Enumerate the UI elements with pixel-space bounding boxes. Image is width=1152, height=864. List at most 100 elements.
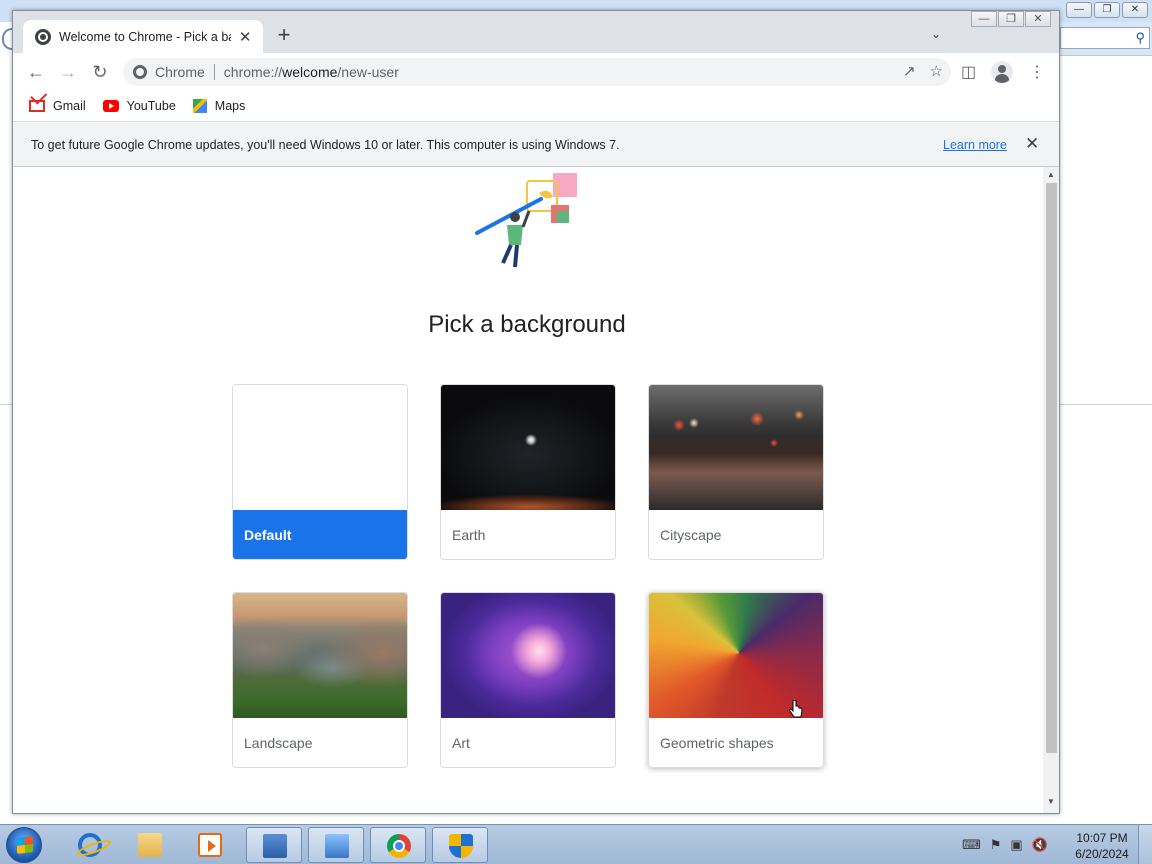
shield-icon (449, 834, 473, 858)
card-label: Earth (452, 527, 486, 543)
url-host: welcome (282, 64, 338, 80)
chrome-logo-icon (133, 65, 147, 79)
background-window-controls: — ❐ ✕ (1066, 2, 1148, 18)
tab-strip: Welcome to Chrome - Pick a background ✕ … (13, 11, 1059, 53)
tab-close-icon[interactable]: ✕ (237, 28, 253, 46)
side-panel-icon[interactable]: ◫ (961, 62, 976, 82)
omnibox-separator (213, 64, 215, 80)
background-card-cityscape[interactable]: Cityscape (648, 384, 824, 560)
bookmark-gmail[interactable]: Gmail (29, 99, 86, 113)
background-card-landscape[interactable]: Landscape (232, 592, 408, 768)
internet-explorer-icon (78, 833, 102, 857)
clock-time: 10:07 PM (1076, 831, 1128, 845)
bookmarks-bar: Gmail YouTube Maps (13, 91, 1059, 121)
keyboard-icon[interactable]: ⌨ (962, 837, 981, 853)
system-clock[interactable]: 10:07 PM 6/20/2024 (1072, 830, 1132, 862)
card-image (233, 593, 407, 718)
page-content: Pick a background Default Earth Cityscap… (13, 167, 1059, 813)
scroll-down-arrow-icon[interactable]: ▼ (1047, 797, 1055, 806)
background-card-geometric-shapes[interactable]: Geometric shapes (648, 592, 824, 768)
bookmark-label: Gmail (53, 99, 86, 113)
chrome-window-controls: — ❐ ✕ (970, 11, 1051, 27)
card-label: Landscape (244, 735, 313, 751)
address-bar[interactable]: Chrome chrome://welcome/new-user ↗ ☆ (123, 58, 951, 86)
folder-icon (138, 833, 162, 857)
taskbar-file-explorer[interactable] (122, 827, 178, 863)
painter-illustration (475, 173, 577, 268)
background-nav-icon (2, 28, 12, 50)
url-text[interactable]: chrome://welcome/new-user (224, 64, 399, 80)
clock-date: 6/20/2024 (1075, 847, 1129, 861)
card-label: Default (233, 510, 407, 559)
globe-icon (35, 28, 51, 45)
url-path: /new-user (337, 64, 399, 80)
network-icon[interactable]: ▣ (1010, 837, 1022, 853)
taskbar-internet-explorer[interactable] (62, 827, 118, 863)
control-panel-icon (325, 834, 349, 858)
bookmark-youtube[interactable]: YouTube (102, 99, 176, 113)
infobar-close-icon[interactable]: ✕ (1025, 134, 1039, 154)
infobar-message: To get future Google Chrome updates, you… (31, 138, 620, 152)
bookmark-star-icon[interactable]: ☆ (930, 62, 943, 80)
vertical-scrollbar[interactable]: ▲ ▼ (1043, 167, 1059, 813)
background-card-earth[interactable]: Earth (440, 384, 616, 560)
bookmark-label: YouTube (126, 99, 176, 113)
back-arrow-icon[interactable]: ← (25, 61, 47, 83)
network-computer-icon (263, 834, 287, 858)
background-minimize-button[interactable]: — (1066, 2, 1092, 18)
card-image (441, 385, 615, 510)
url-prefix: chrome:// (223, 64, 283, 80)
taskbar-chrome[interactable] (370, 827, 426, 863)
forward-arrow-icon[interactable]: → (57, 61, 79, 83)
start-button[interactable] (6, 827, 42, 863)
taskbar-network-app[interactable] (246, 827, 302, 863)
omnibox-actions: ↗ ☆ (903, 62, 943, 80)
search-icon[interactable]: ⚲ (1135, 30, 1145, 46)
background-card-default[interactable]: Default (232, 384, 408, 560)
chrome-icon (387, 834, 411, 858)
background-restore-button[interactable]: ❐ (1094, 2, 1120, 18)
tab-search-chevron-icon[interactable]: ⌄ (931, 27, 941, 41)
taskbar-control-panel[interactable] (308, 827, 364, 863)
action-center-flag-icon[interactable]: ⚑ (990, 837, 1002, 853)
more-menu-icon[interactable]: ⋮ (1029, 62, 1045, 82)
omnibox-chip-label: Chrome (155, 64, 205, 80)
page-title: Pick a background (428, 311, 626, 338)
reload-icon[interactable]: ↻ (89, 61, 111, 83)
background-close-button[interactable]: ✕ (1122, 2, 1148, 18)
toolbar: ← → ↻ Chrome chrome://welcome/new-user ↗… (13, 53, 1059, 91)
card-image (441, 593, 615, 718)
background-search-input[interactable]: ⚲ (1060, 27, 1150, 49)
taskbar-media-player[interactable] (182, 827, 238, 863)
close-button[interactable]: ✕ (1025, 11, 1051, 27)
windows-logo-icon (17, 836, 33, 854)
minimize-button[interactable]: — (971, 11, 997, 27)
tab-title: Welcome to Chrome - Pick a background (59, 29, 231, 44)
share-icon[interactable]: ↗ (903, 62, 916, 80)
update-infobar: To get future Google Chrome updates, you… (13, 121, 1059, 167)
media-player-icon (198, 833, 222, 857)
tab-welcome[interactable]: Welcome to Chrome - Pick a background ✕ (23, 20, 263, 53)
card-label: Art (452, 735, 470, 751)
windows-taskbar: ⌨ ⚑ ▣ 🔇 10:07 PM 6/20/2024 (0, 824, 1152, 864)
scroll-up-arrow-icon[interactable]: ▲ (1047, 170, 1055, 179)
card-image (649, 385, 823, 510)
background-card-art[interactable]: Art (440, 592, 616, 768)
card-label: Geometric shapes (660, 735, 774, 751)
bookmark-maps[interactable]: Maps (192, 99, 246, 113)
learn-more-link[interactable]: Learn more (943, 138, 1007, 152)
restore-button[interactable]: ❐ (998, 11, 1024, 27)
new-tab-button[interactable]: + (273, 24, 295, 46)
system-tray: ⌨ ⚑ ▣ 🔇 (962, 837, 1048, 853)
card-label: Cityscape (660, 527, 722, 543)
card-image (233, 385, 407, 510)
profile-avatar-icon[interactable] (991, 61, 1013, 83)
bookmark-label: Maps (214, 99, 246, 113)
taskbar-security-center[interactable] (432, 827, 488, 863)
volume-muted-icon[interactable]: 🔇 (1032, 837, 1048, 853)
maps-icon (192, 99, 207, 113)
youtube-icon (102, 100, 119, 112)
show-desktop-button[interactable] (1138, 825, 1152, 864)
scrollbar-thumb[interactable] (1046, 183, 1057, 753)
chrome-window: Welcome to Chrome - Pick a background ✕ … (12, 10, 1060, 814)
